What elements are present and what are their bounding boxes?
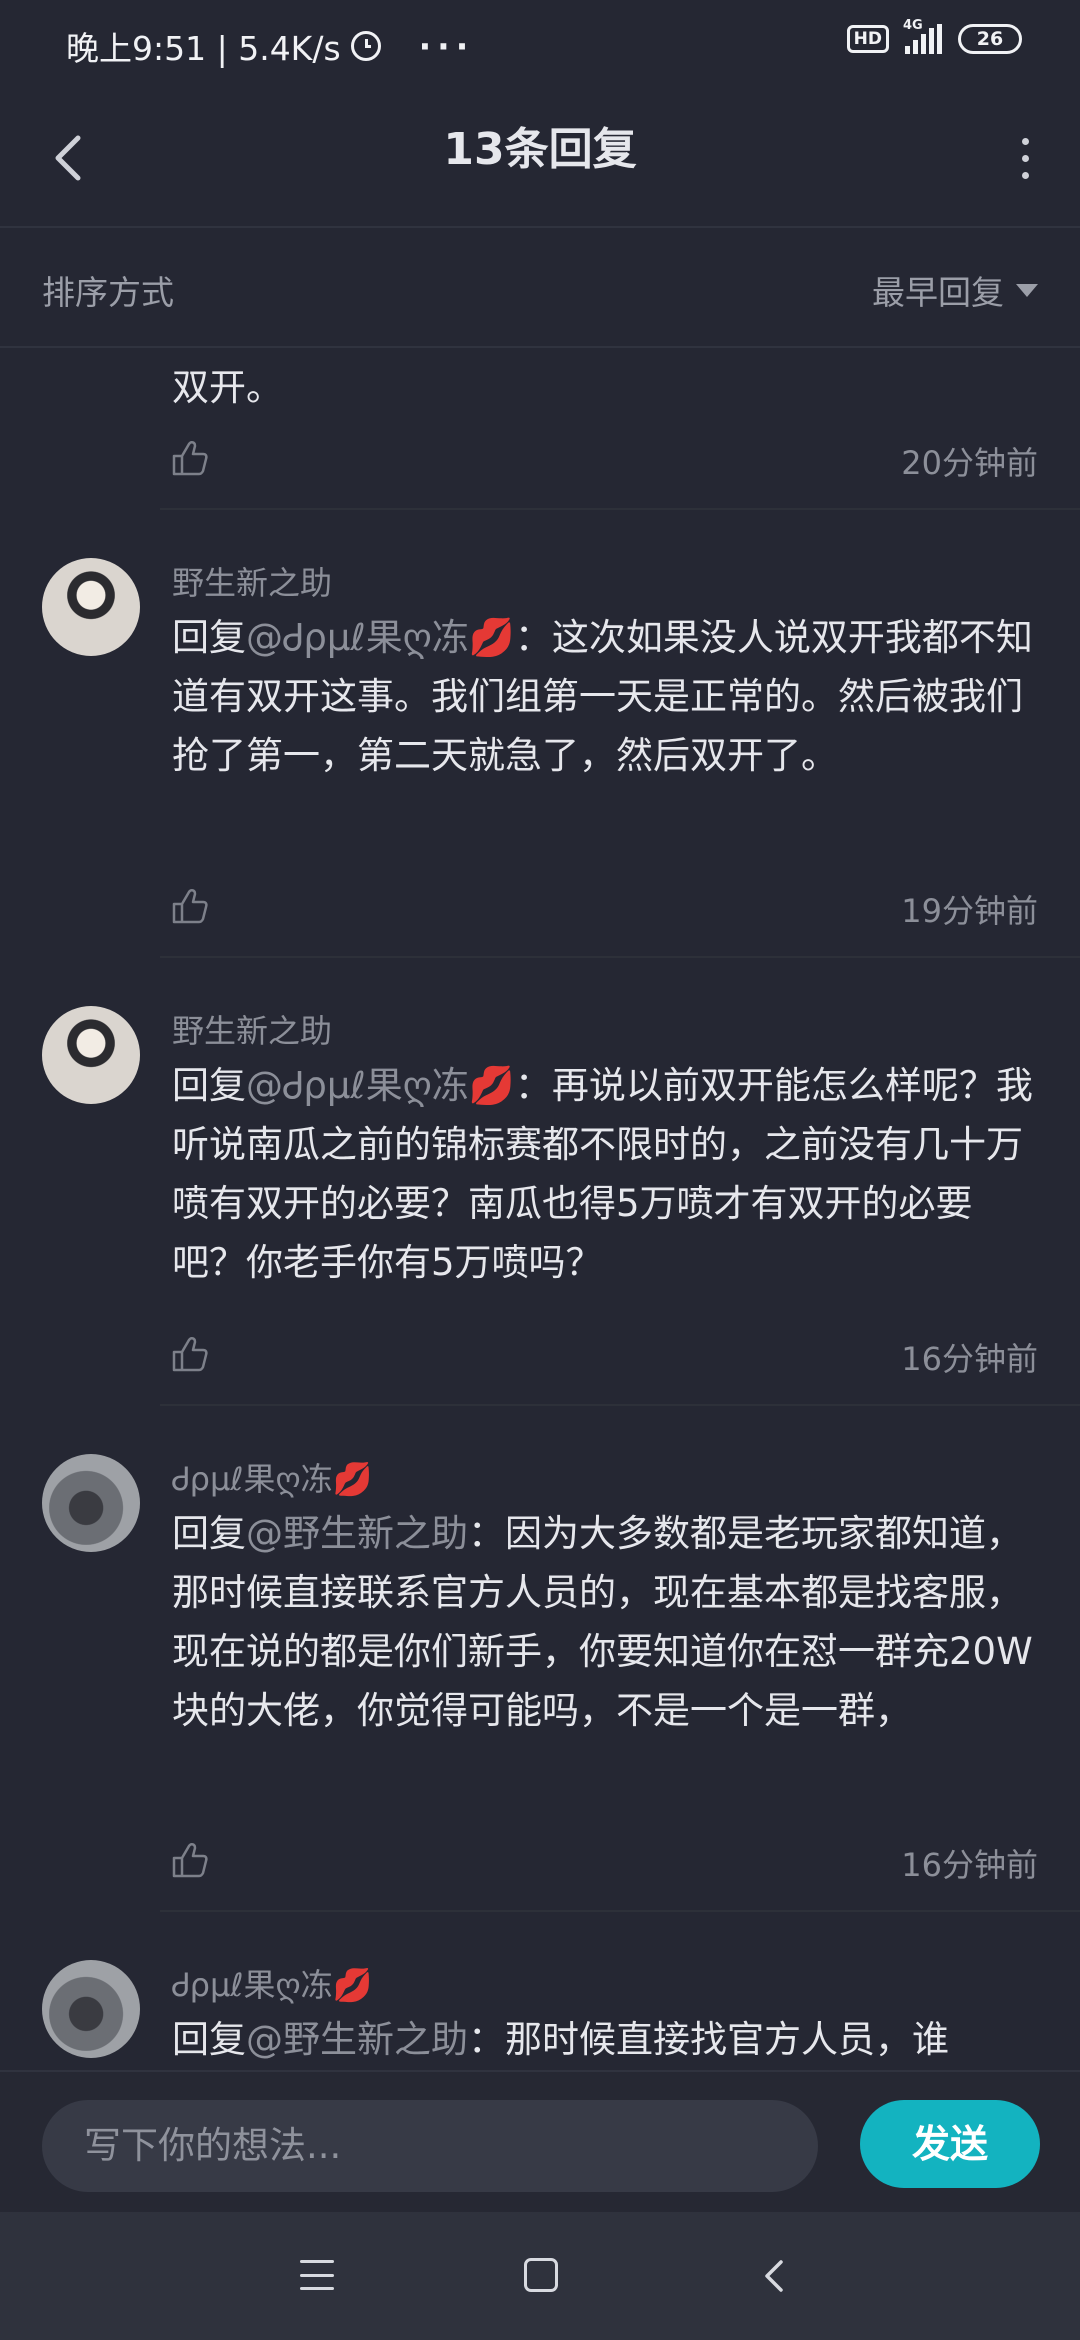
comment-input[interactable]: 写下你的想法...	[42, 2100, 818, 2192]
comment-time: 19分钟前	[901, 892, 1038, 930]
comment-text: 回复@野生新之助：因为大多数都是老玩家都知道，那时候直接联系官方人员的，现在基本…	[172, 1512, 1033, 1732]
comment-time: 16分钟前	[901, 1340, 1038, 1378]
thumbs-up-icon[interactable]	[170, 886, 210, 926]
signal-icon: 4G	[903, 18, 942, 54]
battery-icon: 26	[958, 24, 1022, 54]
lips-icon: 💋	[332, 1460, 373, 1498]
thumbs-up-icon[interactable]	[170, 438, 210, 478]
divider	[160, 1404, 1080, 1406]
sort-label: 排序方式	[42, 273, 174, 312]
username[interactable]: 野生新之助	[172, 1006, 332, 1052]
thumbs-up-icon[interactable]	[170, 1334, 210, 1374]
status-right: HD 4G 26	[846, 18, 1022, 54]
sort-dropdown[interactable]: 最早回复	[872, 266, 1038, 314]
status-bar: 晚上9:51 | 5.4K/s ··· HD 4G 26	[0, 0, 1080, 90]
comment-text: 回复@Ꮷρμℓ果ღ冻💋：再说以前双开能怎么样呢？我听说南瓜之前的锦标赛都不限时的…	[172, 1064, 1033, 1284]
comment-text: 双开。	[172, 366, 283, 409]
avatar[interactable]	[42, 558, 140, 656]
comment-time: 20分钟前	[901, 444, 1038, 482]
sort-value: 最早回复	[872, 273, 1004, 312]
status-time-speed: 晚上9:51 | 5.4K/s	[66, 29, 341, 68]
username[interactable]: Ꮷρμℓ果ღ冻💋	[172, 1960, 373, 2006]
lips-icon: 💋	[468, 616, 515, 659]
more-status-icon: ···	[418, 26, 475, 66]
comment-text: 回复@野生新之助：那时候直接找官方人员，谁	[172, 2018, 949, 2061]
mention-link[interactable]: @Ꮷρμℓ果ღ冻	[246, 1064, 469, 1107]
divider	[160, 956, 1080, 958]
status-left: 晚上9:51 | 5.4K/s ···	[66, 22, 474, 70]
home-icon[interactable]	[524, 2258, 558, 2292]
sort-bar: 排序方式 最早回复	[0, 228, 1080, 348]
divider	[160, 1910, 1080, 1912]
reply-list[interactable]: 双开。 20分钟前 野生新之助 回复@Ꮷρμℓ果ღ冻💋：这次如果没人说双开我都不…	[0, 348, 1080, 2070]
lips-icon: 💋	[332, 1966, 373, 2004]
thumbs-up-icon[interactable]	[170, 1840, 210, 1880]
send-button[interactable]: 发送	[860, 2100, 1040, 2188]
lips-icon: 💋	[468, 1064, 515, 1107]
mention-link[interactable]: @野生新之助	[246, 1512, 468, 1555]
alarm-icon	[350, 31, 381, 61]
network-label: 4G	[903, 18, 923, 33]
more-menu-icon[interactable]	[1010, 128, 1040, 188]
avatar[interactable]	[42, 1960, 140, 2058]
comment-text: 回复@Ꮷρμℓ果ღ冻💋：这次如果没人说双开我都不知道有双开这事。我们组第一天是正…	[172, 616, 1033, 777]
comment-time: 16分钟前	[901, 1846, 1038, 1884]
page-title: 13条回复	[443, 124, 637, 175]
nav-back-icon[interactable]	[755, 2256, 795, 2296]
recent-apps-icon[interactable]	[300, 2260, 334, 2290]
divider	[160, 508, 1080, 510]
system-nav-bar	[0, 2212, 1080, 2340]
hd-icon: HD	[846, 25, 889, 53]
header: 13条回复	[0, 90, 1080, 228]
username[interactable]: 野生新之助	[172, 558, 332, 604]
mention-link[interactable]: @野生新之助	[246, 2018, 468, 2061]
username[interactable]: Ꮷρμℓ果ღ冻💋	[172, 1454, 373, 1500]
mention-link[interactable]: @Ꮷρμℓ果ღ冻	[246, 616, 469, 659]
avatar[interactable]	[42, 1006, 140, 1104]
comment-input-bar: 写下你的想法... 发送	[0, 2070, 1080, 2212]
caret-down-icon	[1016, 283, 1038, 297]
avatar[interactable]	[42, 1454, 140, 1552]
